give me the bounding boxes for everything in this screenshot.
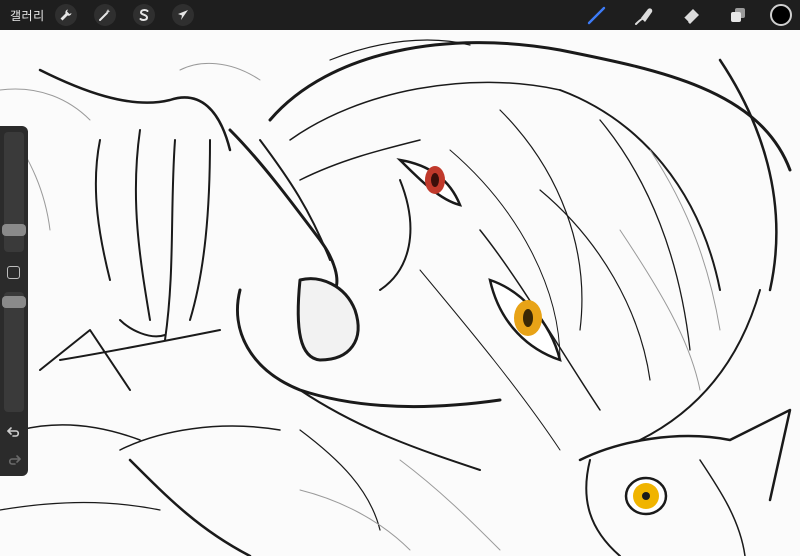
cat-outline xyxy=(578,408,792,502)
selection-s-icon xyxy=(139,9,149,21)
cat-eye xyxy=(624,476,668,516)
undo-button[interactable] xyxy=(6,424,22,440)
hand-outline xyxy=(38,68,232,152)
face-outline xyxy=(236,288,502,409)
brush-tool-button[interactable] xyxy=(584,3,610,27)
selection-button[interactable] xyxy=(132,4,155,26)
modify-button[interactable] xyxy=(7,266,20,279)
redo-icon xyxy=(8,455,21,465)
redo-button[interactable] xyxy=(6,452,22,468)
sketch-artwork xyxy=(0,39,792,556)
top-toolbar: 갤러리 xyxy=(0,0,800,30)
layers-icon xyxy=(731,8,745,22)
smudge-tool-button[interactable] xyxy=(631,3,657,27)
brush-icon xyxy=(587,6,606,25)
drawing-canvas[interactable] xyxy=(0,30,800,556)
actions-button[interactable] xyxy=(54,4,77,26)
mouth xyxy=(296,277,360,362)
gallery-button[interactable]: 갤러리 xyxy=(10,7,45,24)
hair-outline xyxy=(268,41,792,172)
opacity-slider[interactable] xyxy=(2,292,26,412)
brush-size-slider[interactable] xyxy=(2,132,26,252)
arrow-cursor-icon xyxy=(177,10,188,20)
magic-wand-icon xyxy=(98,9,110,21)
wrench-icon xyxy=(60,9,72,21)
smudge-icon xyxy=(635,8,653,25)
transform-button[interactable] xyxy=(171,4,194,26)
eraser-icon xyxy=(683,9,699,24)
left-sidebar xyxy=(0,126,28,476)
opacity-thumb[interactable] xyxy=(2,296,26,308)
color-picker-button[interactable] xyxy=(770,4,792,26)
upper-eye xyxy=(396,158,463,207)
adjustments-button[interactable] xyxy=(93,4,116,26)
right-toolbar xyxy=(563,3,792,27)
undo-icon xyxy=(7,427,20,437)
brush-size-thumb[interactable] xyxy=(2,224,26,236)
eraser-tool-button[interactable] xyxy=(678,3,704,27)
layers-button[interactable] xyxy=(725,3,751,27)
